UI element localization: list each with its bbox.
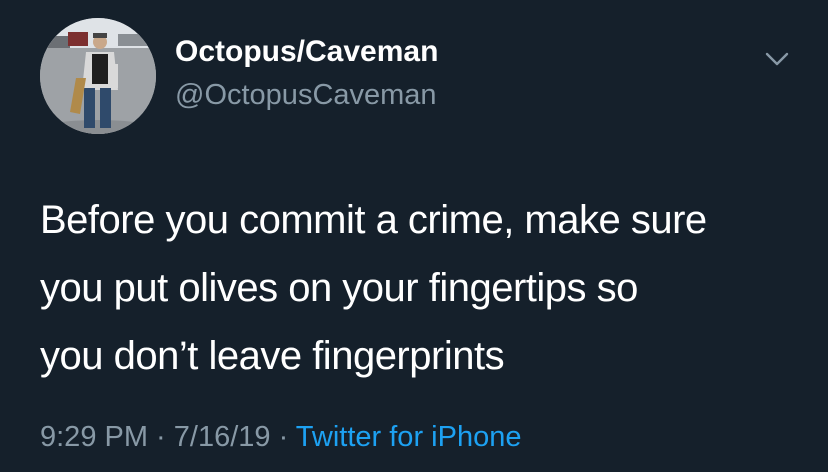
display-name[interactable]: Octopus/Caveman: [175, 34, 438, 70]
tweet-metadata: 9:29 PM · 7/16/19 · Twitter for iPhone: [40, 420, 521, 454]
tweet-text-line: Before you commit a crime, make sure: [40, 198, 707, 242]
separator: ·: [270, 421, 296, 453]
tweet-date[interactable]: 7/16/19: [174, 421, 271, 453]
tweet-text-line: you don’t leave fingerprints: [40, 334, 505, 378]
user-handle[interactable]: @OctopusCaveman: [175, 78, 437, 112]
profile-photo-icon: [40, 18, 156, 134]
tweet-source-link[interactable]: Twitter for iPhone: [296, 421, 522, 453]
tweet-text: Before you commit a crime, make sure you…: [40, 186, 800, 390]
tweet-card: Octopus/Caveman @OctopusCaveman Before y…: [0, 0, 828, 472]
tweet-time[interactable]: 9:29 PM: [40, 421, 148, 453]
avatar[interactable]: [40, 18, 156, 134]
chevron-down-icon[interactable]: [762, 48, 792, 70]
tweet-text-line: you put olives on your fingertips so: [40, 266, 638, 310]
separator: ·: [148, 421, 174, 453]
